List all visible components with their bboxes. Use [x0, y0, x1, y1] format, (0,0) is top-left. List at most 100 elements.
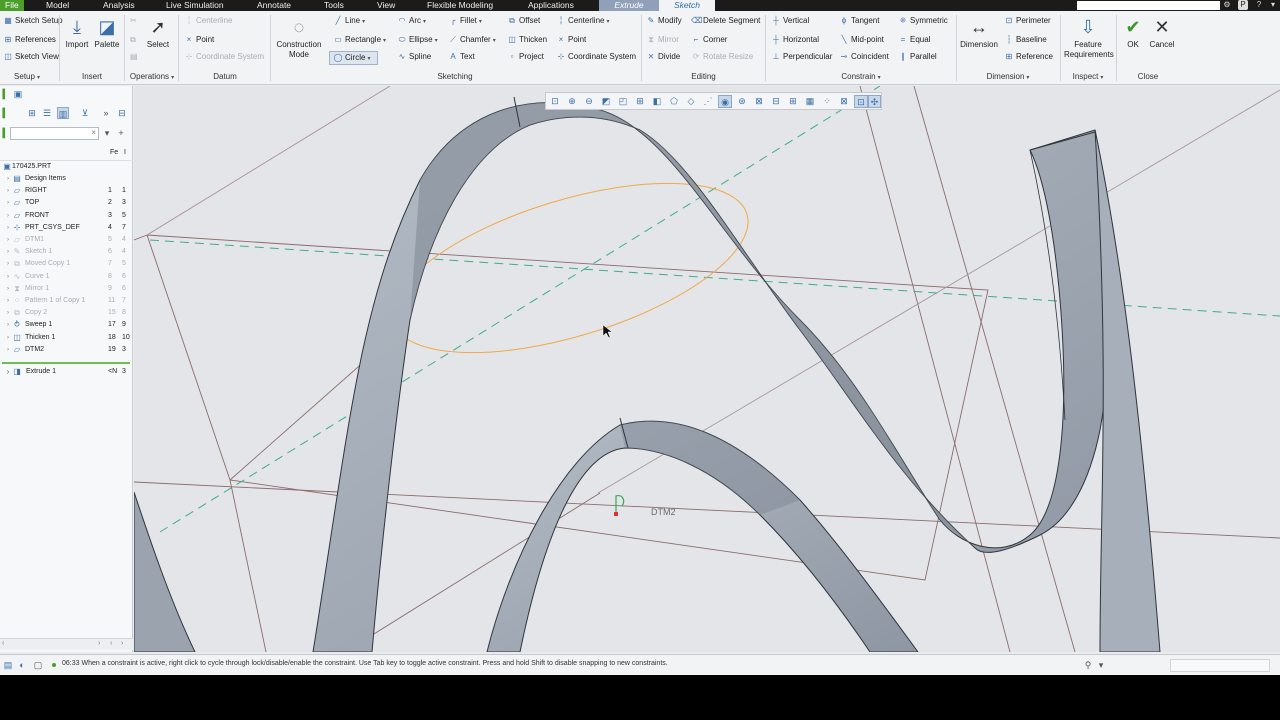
- line-button[interactable]: ╱ Line ▾: [333, 16, 366, 27]
- column-feature-number[interactable]: Fe: [110, 149, 118, 156]
- ok-button[interactable]: ✔ OK: [1121, 16, 1145, 50]
- arc-button[interactable]: ◠ Arc ▾: [397, 16, 427, 27]
- rectangle-button[interactable]: ▭ Rectangle ▾: [333, 35, 386, 46]
- sketch-csys-button[interactable]: ⊹ Coordinate System: [556, 52, 636, 62]
- equal-constraint-button[interactable]: = Equal: [898, 35, 931, 45]
- selection-filter-dropdown[interactable]: [1170, 659, 1270, 672]
- tangent-constraint-button[interactable]: ϕ Tangent: [839, 16, 880, 26]
- browser-icon[interactable]: ◐: [16, 659, 28, 671]
- tab-extrude[interactable]: Extrude: [599, 0, 659, 11]
- tab-sketch[interactable]: Sketch: [659, 0, 715, 11]
- construction-mode-button[interactable]: ◌ Construction Mode: [272, 16, 326, 60]
- model-tree-tab-icon[interactable]: ▍: [0, 88, 12, 100]
- tab-view[interactable]: View: [377, 0, 395, 11]
- add-icon[interactable]: +: [115, 127, 127, 139]
- tree-item[interactable]: › ▱ DTM1 5 4: [0, 234, 133, 246]
- constraint-display-icon[interactable]: ⊞: [786, 95, 800, 108]
- sketch-view-icon[interactable]: ◇: [684, 95, 698, 108]
- horizontal-constraint-button[interactable]: ┼ Horizontal: [771, 35, 819, 45]
- tree-item[interactable]: › ⧉ Copy 2 15 8: [0, 307, 133, 319]
- tab-flexible-modeling[interactable]: Flexible Modeling: [427, 0, 493, 11]
- tree-columns-icon[interactable]: ☰: [41, 107, 53, 119]
- tree-item[interactable]: › ⊹ PRT_CSYS_DEF 4 7: [0, 222, 133, 234]
- tree-item-extrude-1[interactable]: › ◨ Extrude 1 <N 3: [0, 366, 133, 378]
- tab-annotate[interactable]: Annotate: [257, 0, 291, 11]
- spin-center-icon[interactable]: ⊛: [735, 95, 749, 108]
- cut-icon[interactable]: ✂: [130, 16, 137, 26]
- full-screen-icon[interactable]: ▢: [32, 659, 44, 671]
- tab-live-simulation[interactable]: Live Simulation: [166, 0, 224, 11]
- tree-item[interactable]: › ▱ DTM2 19 3: [0, 344, 133, 356]
- scroll-right-icon[interactable]: ›: [121, 640, 123, 647]
- sketch-view-button[interactable]: ◫ Sketch View: [3, 52, 59, 62]
- operations-group-label[interactable]: Operations ▾: [126, 72, 178, 83]
- tab-applications[interactable]: Applications: [528, 0, 574, 11]
- rotate-resize-button[interactable]: ⟳ Rotate Resize: [691, 52, 754, 62]
- datum-csys-button[interactable]: ⊹ Coordinate System: [184, 52, 264, 62]
- tree-layout-icon[interactable]: ⊟: [116, 107, 128, 119]
- feature-requirements-button[interactable]: ⇩ Feature Requirements: [1064, 16, 1114, 60]
- reference-dimension-button[interactable]: ⊞ Reference: [1004, 52, 1053, 62]
- zoom-in-icon[interactable]: ⊕: [565, 95, 579, 108]
- cancel-button[interactable]: ✕ Cancel: [1148, 16, 1176, 50]
- tab-file[interactable]: File: [0, 0, 24, 11]
- filter-dropdown-icon[interactable]: ▾: [101, 127, 113, 139]
- chamfer-button[interactable]: ⟋ Chamfer ▾: [448, 35, 496, 46]
- circle-button[interactable]: ◯ Circle ▾: [333, 53, 371, 64]
- copy-icon[interactable]: ⧉: [130, 35, 136, 45]
- corner-button[interactable]: ⌐ Corner: [691, 35, 728, 45]
- tree-search-input[interactable]: ×: [10, 127, 99, 140]
- graphics-viewport[interactable]: DTM2: [134, 86, 1280, 652]
- grid-display-icon[interactable]: ▦: [803, 95, 817, 108]
- search-input[interactable]: [1077, 1, 1220, 10]
- insert-here-indicator[interactable]: [2, 362, 130, 364]
- dtm2-label[interactable]: DTM2: [651, 507, 676, 517]
- mirror-button[interactable]: ⧗ Mirror: [646, 35, 679, 45]
- column-id[interactable]: I: [124, 149, 126, 156]
- show-columns-icon[interactable]: ▥: [57, 107, 69, 119]
- tree-item[interactable]: › ⁘ Pattern 1 of Copy 1 11 7: [0, 295, 133, 307]
- fillet-button[interactable]: ╭ Fillet ▾: [448, 16, 482, 27]
- tree-item[interactable]: › ▱ FRONT 3 5: [0, 210, 133, 222]
- clear-search-icon[interactable]: ×: [91, 128, 96, 137]
- thicken-button[interactable]: ◫ Thicken: [507, 35, 547, 45]
- view-manager-icon[interactable]: ⊞: [633, 95, 647, 108]
- select-button[interactable]: ➚ Select: [145, 16, 171, 50]
- spline-button[interactable]: ∿ Spline: [397, 52, 432, 62]
- delete-segment-button[interactable]: ⌫Delete Segment: [691, 16, 760, 26]
- display-style-icon[interactable]: ◧: [650, 95, 664, 108]
- tree-item[interactable]: › ✎ Sketch 164: [0, 246, 133, 258]
- repaint-icon[interactable]: ◩: [599, 95, 613, 108]
- tree-item[interactable]: › ⧗ Mirror 196: [0, 283, 133, 295]
- show-navigator-icon[interactable]: ▤: [2, 659, 14, 671]
- tree-settings-icon[interactable]: ⊞: [26, 107, 38, 119]
- offset-button[interactable]: ⧉ Offset: [507, 16, 540, 26]
- saved-orientations-icon[interactable]: ◰: [616, 95, 630, 108]
- tree-item[interactable]: › ▤ Design Items: [0, 173, 133, 185]
- tree-item[interactable]: › ▱ TOP 2 3: [0, 197, 133, 209]
- datum-point-button[interactable]: × Point: [184, 35, 215, 45]
- ptc-logo-icon[interactable]: P: [1238, 0, 1248, 10]
- refit-icon[interactable]: ⊡: [548, 95, 562, 108]
- import-button[interactable]: ⤓ Import: [62, 16, 92, 50]
- dimension-button[interactable]: ↔ Dimension: [958, 16, 1000, 50]
- paste-icon[interactable]: ▤: [130, 52, 138, 62]
- datum-display-icon[interactable]: ⋰: [701, 95, 715, 108]
- symmetric-constraint-button[interactable]: ⁜ Symmetric: [898, 16, 948, 26]
- divide-button[interactable]: ⨯ Divide: [646, 52, 681, 62]
- scroll-right-icon[interactable]: ›: [98, 640, 100, 647]
- more-options-icon[interactable]: »: [100, 107, 112, 119]
- sketch-centerline-button[interactable]: ╎ Centerline ▾: [556, 16, 610, 27]
- text-button[interactable]: A Text: [448, 52, 474, 62]
- locked-display-icon[interactable]: ⊠: [837, 95, 851, 108]
- vertical-constraint-button[interactable]: ┼ Vertical: [771, 16, 809, 26]
- perspective-icon[interactable]: ⬠: [667, 95, 681, 108]
- perimeter-button[interactable]: ⊡ Perimeter: [1004, 16, 1051, 26]
- midpoint-constraint-button[interactable]: ╲ Mid-point: [839, 35, 884, 45]
- dimension-group-label[interactable]: Dimension ▾: [958, 72, 1058, 83]
- sketch-setup-button[interactable]: ▦ Sketch Setup: [3, 16, 62, 26]
- tree-filter-icon[interactable]: ⊻: [79, 107, 91, 119]
- project-button[interactable]: ▫ Project: [507, 52, 544, 62]
- modify-button[interactable]: ✎ Modify: [646, 16, 682, 26]
- scroll-left-icon[interactable]: ‹: [110, 640, 112, 647]
